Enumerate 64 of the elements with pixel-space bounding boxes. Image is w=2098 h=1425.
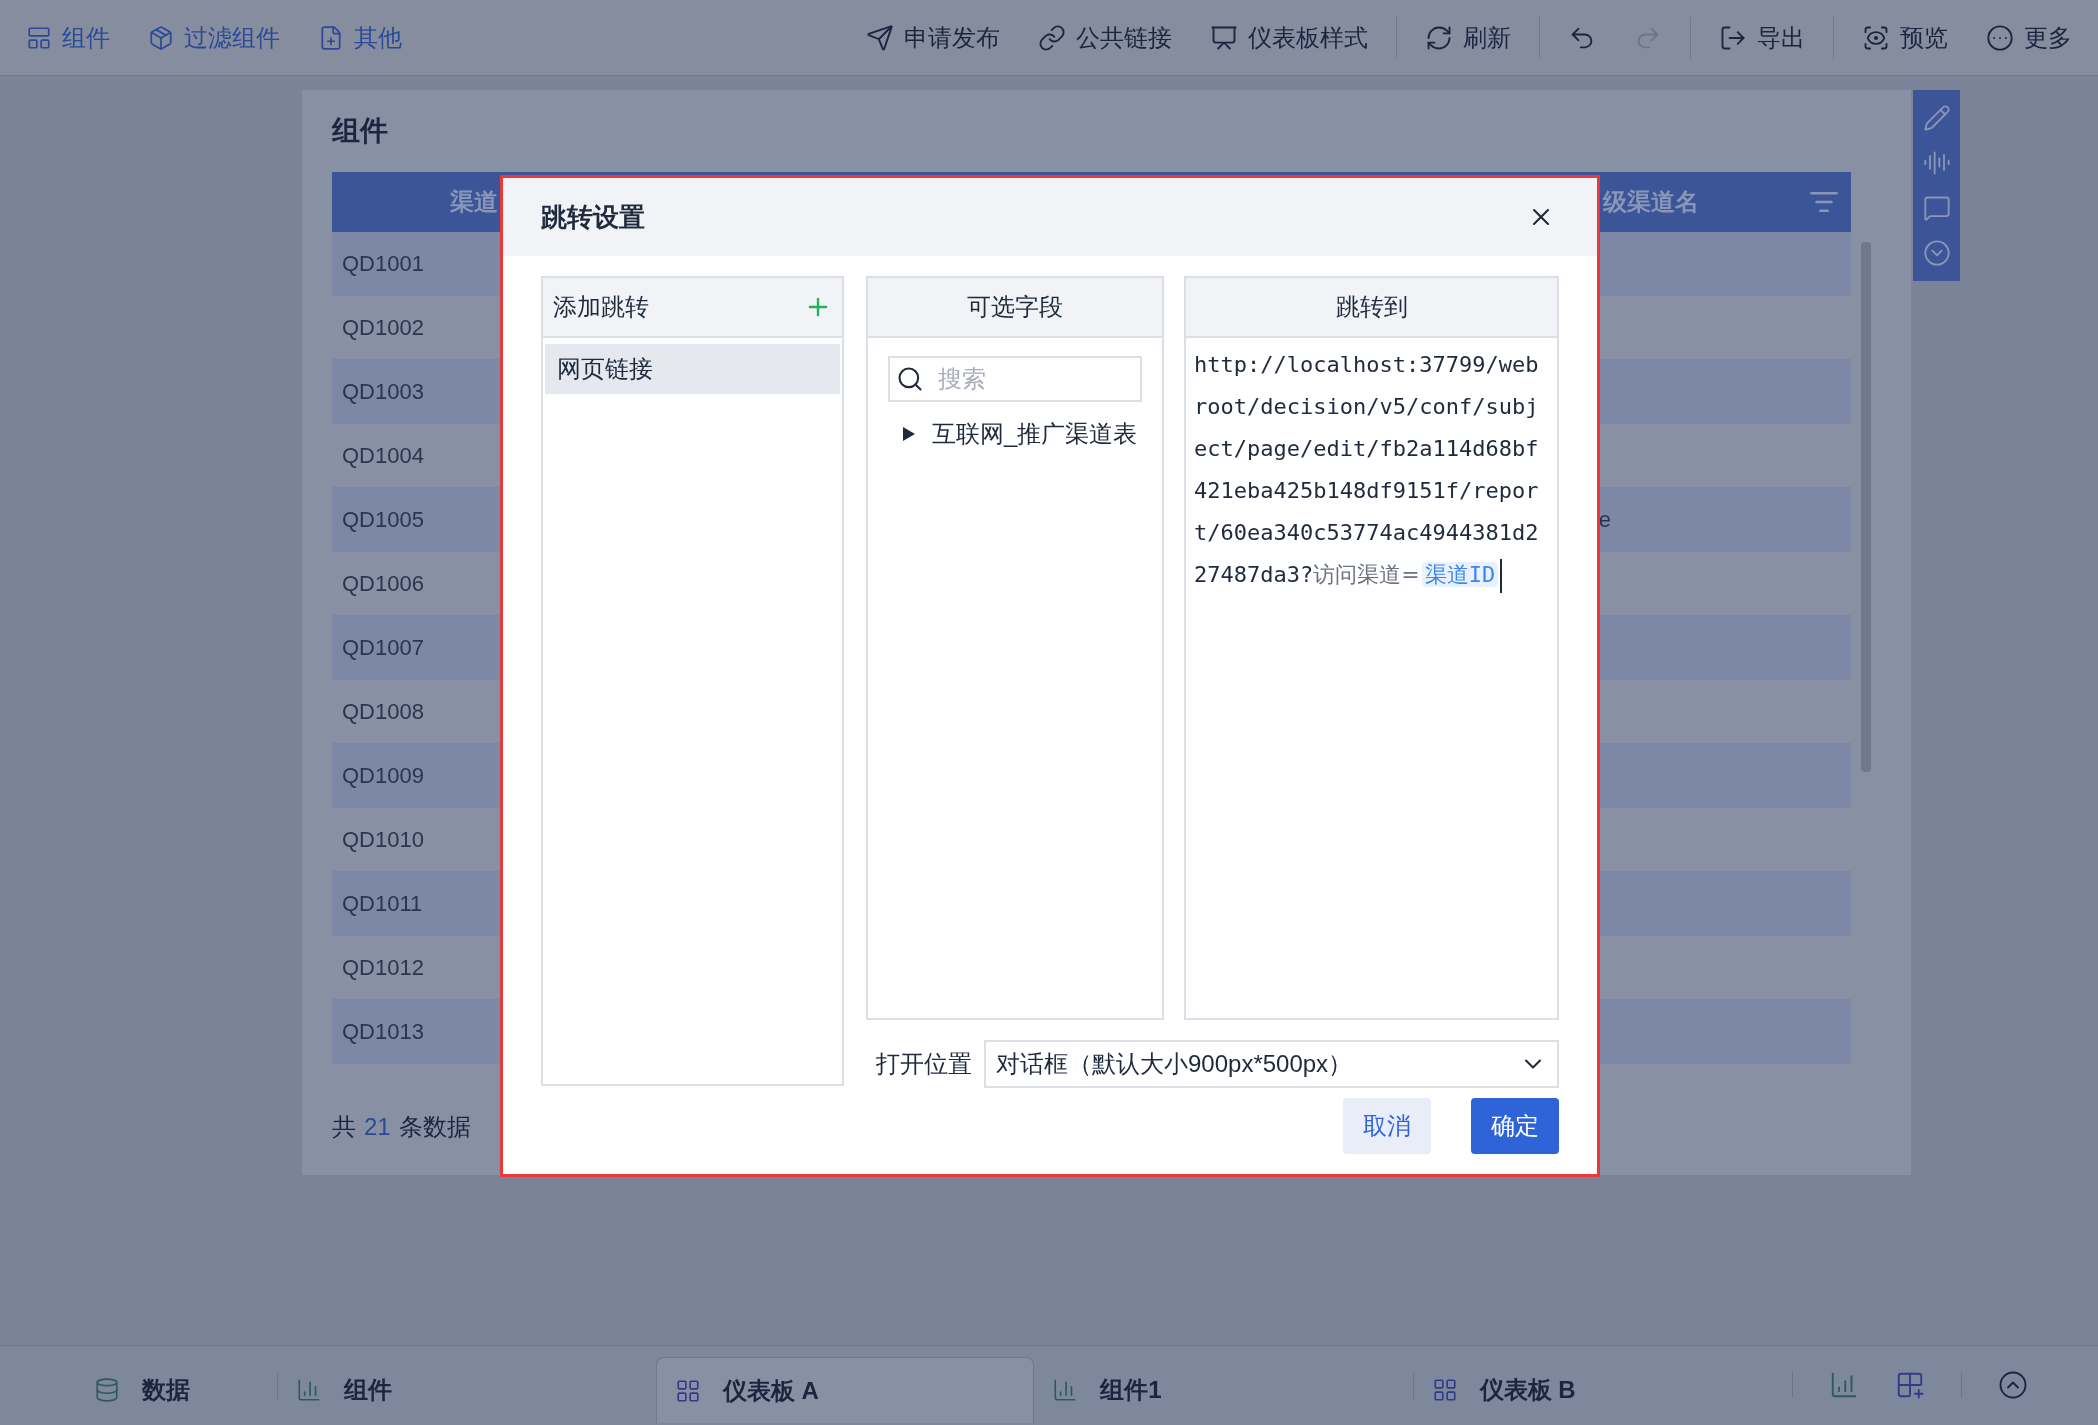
footer-text: 条数据 xyxy=(398,1112,471,1142)
file-plus-icon xyxy=(318,24,344,51)
panel-header: 可选字段 xyxy=(967,292,1063,322)
box-icon xyxy=(148,24,174,51)
grid-icon xyxy=(674,1377,701,1404)
bottom-tab[interactable]: 组件 xyxy=(277,1357,656,1423)
toolbar-button[interactable]: 组件 xyxy=(26,19,110,56)
table-cell-text: QD1012 xyxy=(342,954,424,982)
bottom-tab[interactable]: 仪表板 A xyxy=(655,1357,1035,1423)
toolbar-button[interactable]: 仪表板样式 xyxy=(1210,19,1368,56)
table-cell-text: QD1007 xyxy=(342,634,424,662)
bottom-tab[interactable]: 组件1 xyxy=(1034,1357,1413,1423)
bar-chart-icon xyxy=(295,1377,322,1403)
table-cell-text: QD1002 xyxy=(342,314,424,342)
chevron-up-icon[interactable] xyxy=(1998,1370,2028,1400)
table-cell-text: QD1001 xyxy=(342,250,424,278)
tree-item[interactable]: 互联网_推广渠道表 xyxy=(902,416,1162,452)
url-text[interactable]: http://localhost:37799/webroot/decision/v5/conf/subject/page/edit/fb2a114d68bf421eba425b148df9151f/report/60ea340c53774ac4944381d227487da3?访问渠道= 渠道ID xyxy=(1186,338,1557,596)
search-field[interactable]: 搜索 xyxy=(888,356,1142,402)
layout-icon xyxy=(26,24,52,51)
add-grid-icon[interactable] xyxy=(1895,1370,1925,1400)
footer-text: 共 xyxy=(332,1112,356,1142)
open-position-dropdown[interactable]: 对话框（默认大小900px*500px） xyxy=(984,1040,1559,1088)
table-cell-text: e xyxy=(1598,506,1611,534)
bottom-tab[interactable]: 仪表板 B xyxy=(1413,1357,1792,1423)
chevron-down-icon[interactable] xyxy=(1922,238,1951,267)
edit-icon[interactable] xyxy=(1922,104,1951,133)
table-cell-text: QD1008 xyxy=(342,698,424,726)
paper-plane-icon xyxy=(866,23,894,52)
toolbar-button[interactable]: 其他 xyxy=(318,19,402,56)
search-icon xyxy=(896,365,924,393)
panel-header: 添加跳转 xyxy=(553,292,649,322)
link-icon xyxy=(1038,23,1066,52)
jump-item[interactable]: 网页链接 xyxy=(545,344,840,394)
table-cell-text: QD1011 xyxy=(342,890,423,918)
bottom-tab[interactable]: 数据 xyxy=(70,1357,277,1423)
column-header: 渠道 xyxy=(450,187,498,217)
table-cell-text: QD1010 xyxy=(342,826,424,854)
toolbar-button[interactable]: 更多 xyxy=(1986,19,2072,56)
confirm-button[interactable]: 确定 xyxy=(1471,1098,1559,1154)
record-count: 21 xyxy=(364,1112,391,1142)
table-cell-text: QD1006 xyxy=(342,570,424,598)
toolbar-button[interactable]: 申请发布 xyxy=(866,19,1000,56)
toolbar-button[interactable]: 刷新 xyxy=(1425,19,1511,56)
component-title: 组件 xyxy=(332,114,389,148)
database-icon xyxy=(94,1377,120,1403)
table-cell-text: QD1009 xyxy=(342,762,424,790)
table-cell-text: QD1005 xyxy=(342,506,424,534)
cancel-button[interactable]: 取消 xyxy=(1343,1098,1431,1154)
toolbar-button[interactable]: 公共链接 xyxy=(1038,19,1172,56)
more-icon xyxy=(1986,23,2014,52)
field-label: 打开位置 xyxy=(876,1049,972,1079)
toolbar-button[interactable]: 导出 xyxy=(1719,19,1805,56)
panel-header: 跳转到 xyxy=(1335,292,1408,322)
toolbar-button[interactable]: 预览 xyxy=(1862,19,1948,56)
scrollbar[interactable] xyxy=(1861,242,1871,772)
dialog-title: 跳转设置 xyxy=(541,200,645,234)
add-chart-icon[interactable] xyxy=(1829,1370,1859,1400)
toolbar-button[interactable]: 过滤组件 xyxy=(148,19,280,56)
column-header: 级渠道名 xyxy=(1603,187,1699,217)
table-cell-text: QD1004 xyxy=(342,442,424,470)
table-cell-text: QD1013 xyxy=(342,1018,424,1046)
grid-icon xyxy=(1431,1377,1458,1403)
table-cell-text: QD1003 xyxy=(342,378,424,406)
